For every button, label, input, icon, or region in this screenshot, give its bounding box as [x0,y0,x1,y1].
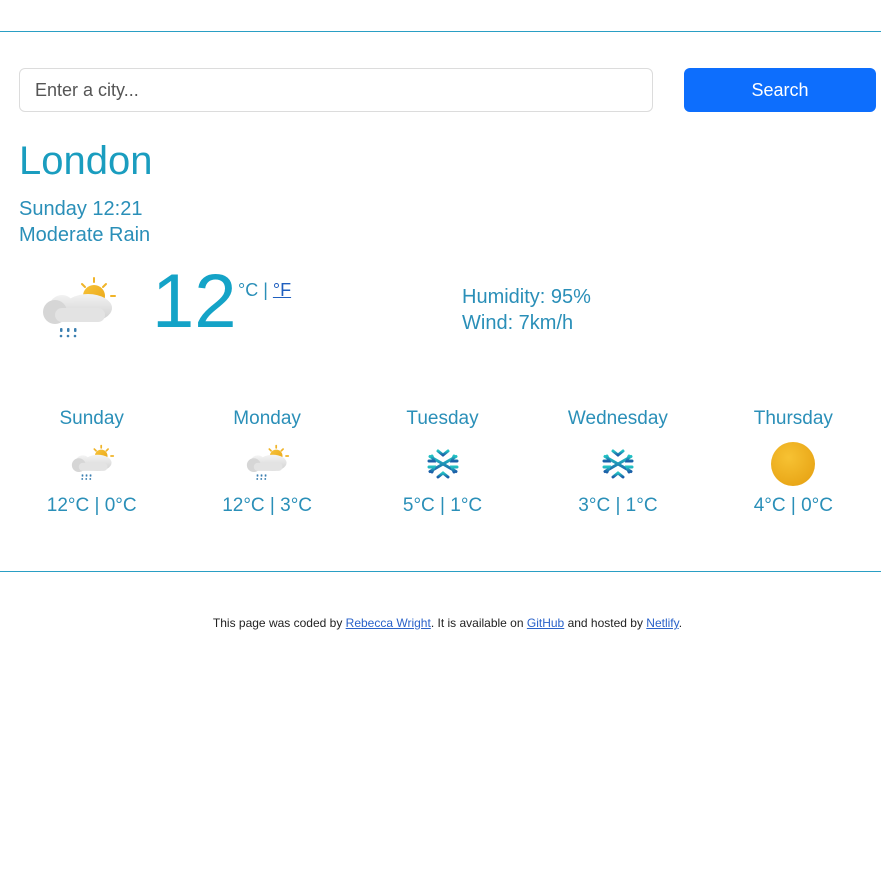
fahrenheit-link[interactable]: °F [273,280,291,300]
celsius-label: °C [238,280,259,300]
forecast-day-name: Wednesday [567,408,668,429]
unit-toggle: °C | °F [238,280,291,301]
author-link[interactable]: Rebecca Wright [346,616,431,630]
netlify-link[interactable]: Netlify [646,616,678,630]
rain-sun-cloud-icon [179,433,354,495]
city-search-input[interactable] [19,68,653,112]
forecast-day: Thursday 4°C | 0°C [706,405,881,517]
unit-separator: | [258,280,273,300]
forecast-day-name: Tuesday [406,408,479,429]
snowflake-icon [530,433,705,495]
forecast-day: Tuesday 5°C | 1°C [355,405,530,517]
current-datetime: Sunday 12:21 [19,198,143,220]
forecast-day-name: Monday [233,408,301,429]
footer-text: . It is available on [430,616,527,630]
top-divider [0,31,881,32]
forecast-day: Sunday 12°C | 0°C [4,405,179,517]
footer: This page was coded by Rebecca Wright. I… [0,616,881,630]
humidity: Humidity: 95% [462,286,591,308]
rain-sun-cloud-icon [4,433,179,495]
forecast-day-name: Thursday [753,408,833,429]
forecast: Sunday 12°C | 0°C Monday 12°C | 3°C Tues… [4,405,881,517]
weather-description: Moderate Rain [19,224,151,246]
forecast-day: Monday 12°C | 3°C [179,405,354,517]
forecast-temps: 5°C | 1°C [402,495,483,516]
city-name: London [19,139,153,183]
github-link[interactable]: GitHub [527,616,564,630]
forecast-temps: 3°C | 1°C [578,495,658,516]
current-temperature: 12 [152,259,237,344]
forecast-temps: 12°C | 0°C [46,495,137,516]
rain-sun-cloud-icon [38,276,118,344]
sun-icon [706,433,881,495]
forecast-temps: 12°C | 3°C [222,495,313,516]
snowflake-icon [355,433,530,495]
footer-text: and hosted by [564,616,647,630]
footer-text: This page was coded by [212,616,346,630]
search-button[interactable]: Search [684,68,876,112]
footer-text: . [678,616,683,630]
forecast-day-name: Sunday [59,408,124,429]
bottom-divider [0,571,881,572]
forecast-temps: 4°C | 0°C [753,495,833,516]
wind: Wind: 7km/h [462,312,574,334]
forecast-day: Wednesday 3°C | 1°C [530,405,705,517]
